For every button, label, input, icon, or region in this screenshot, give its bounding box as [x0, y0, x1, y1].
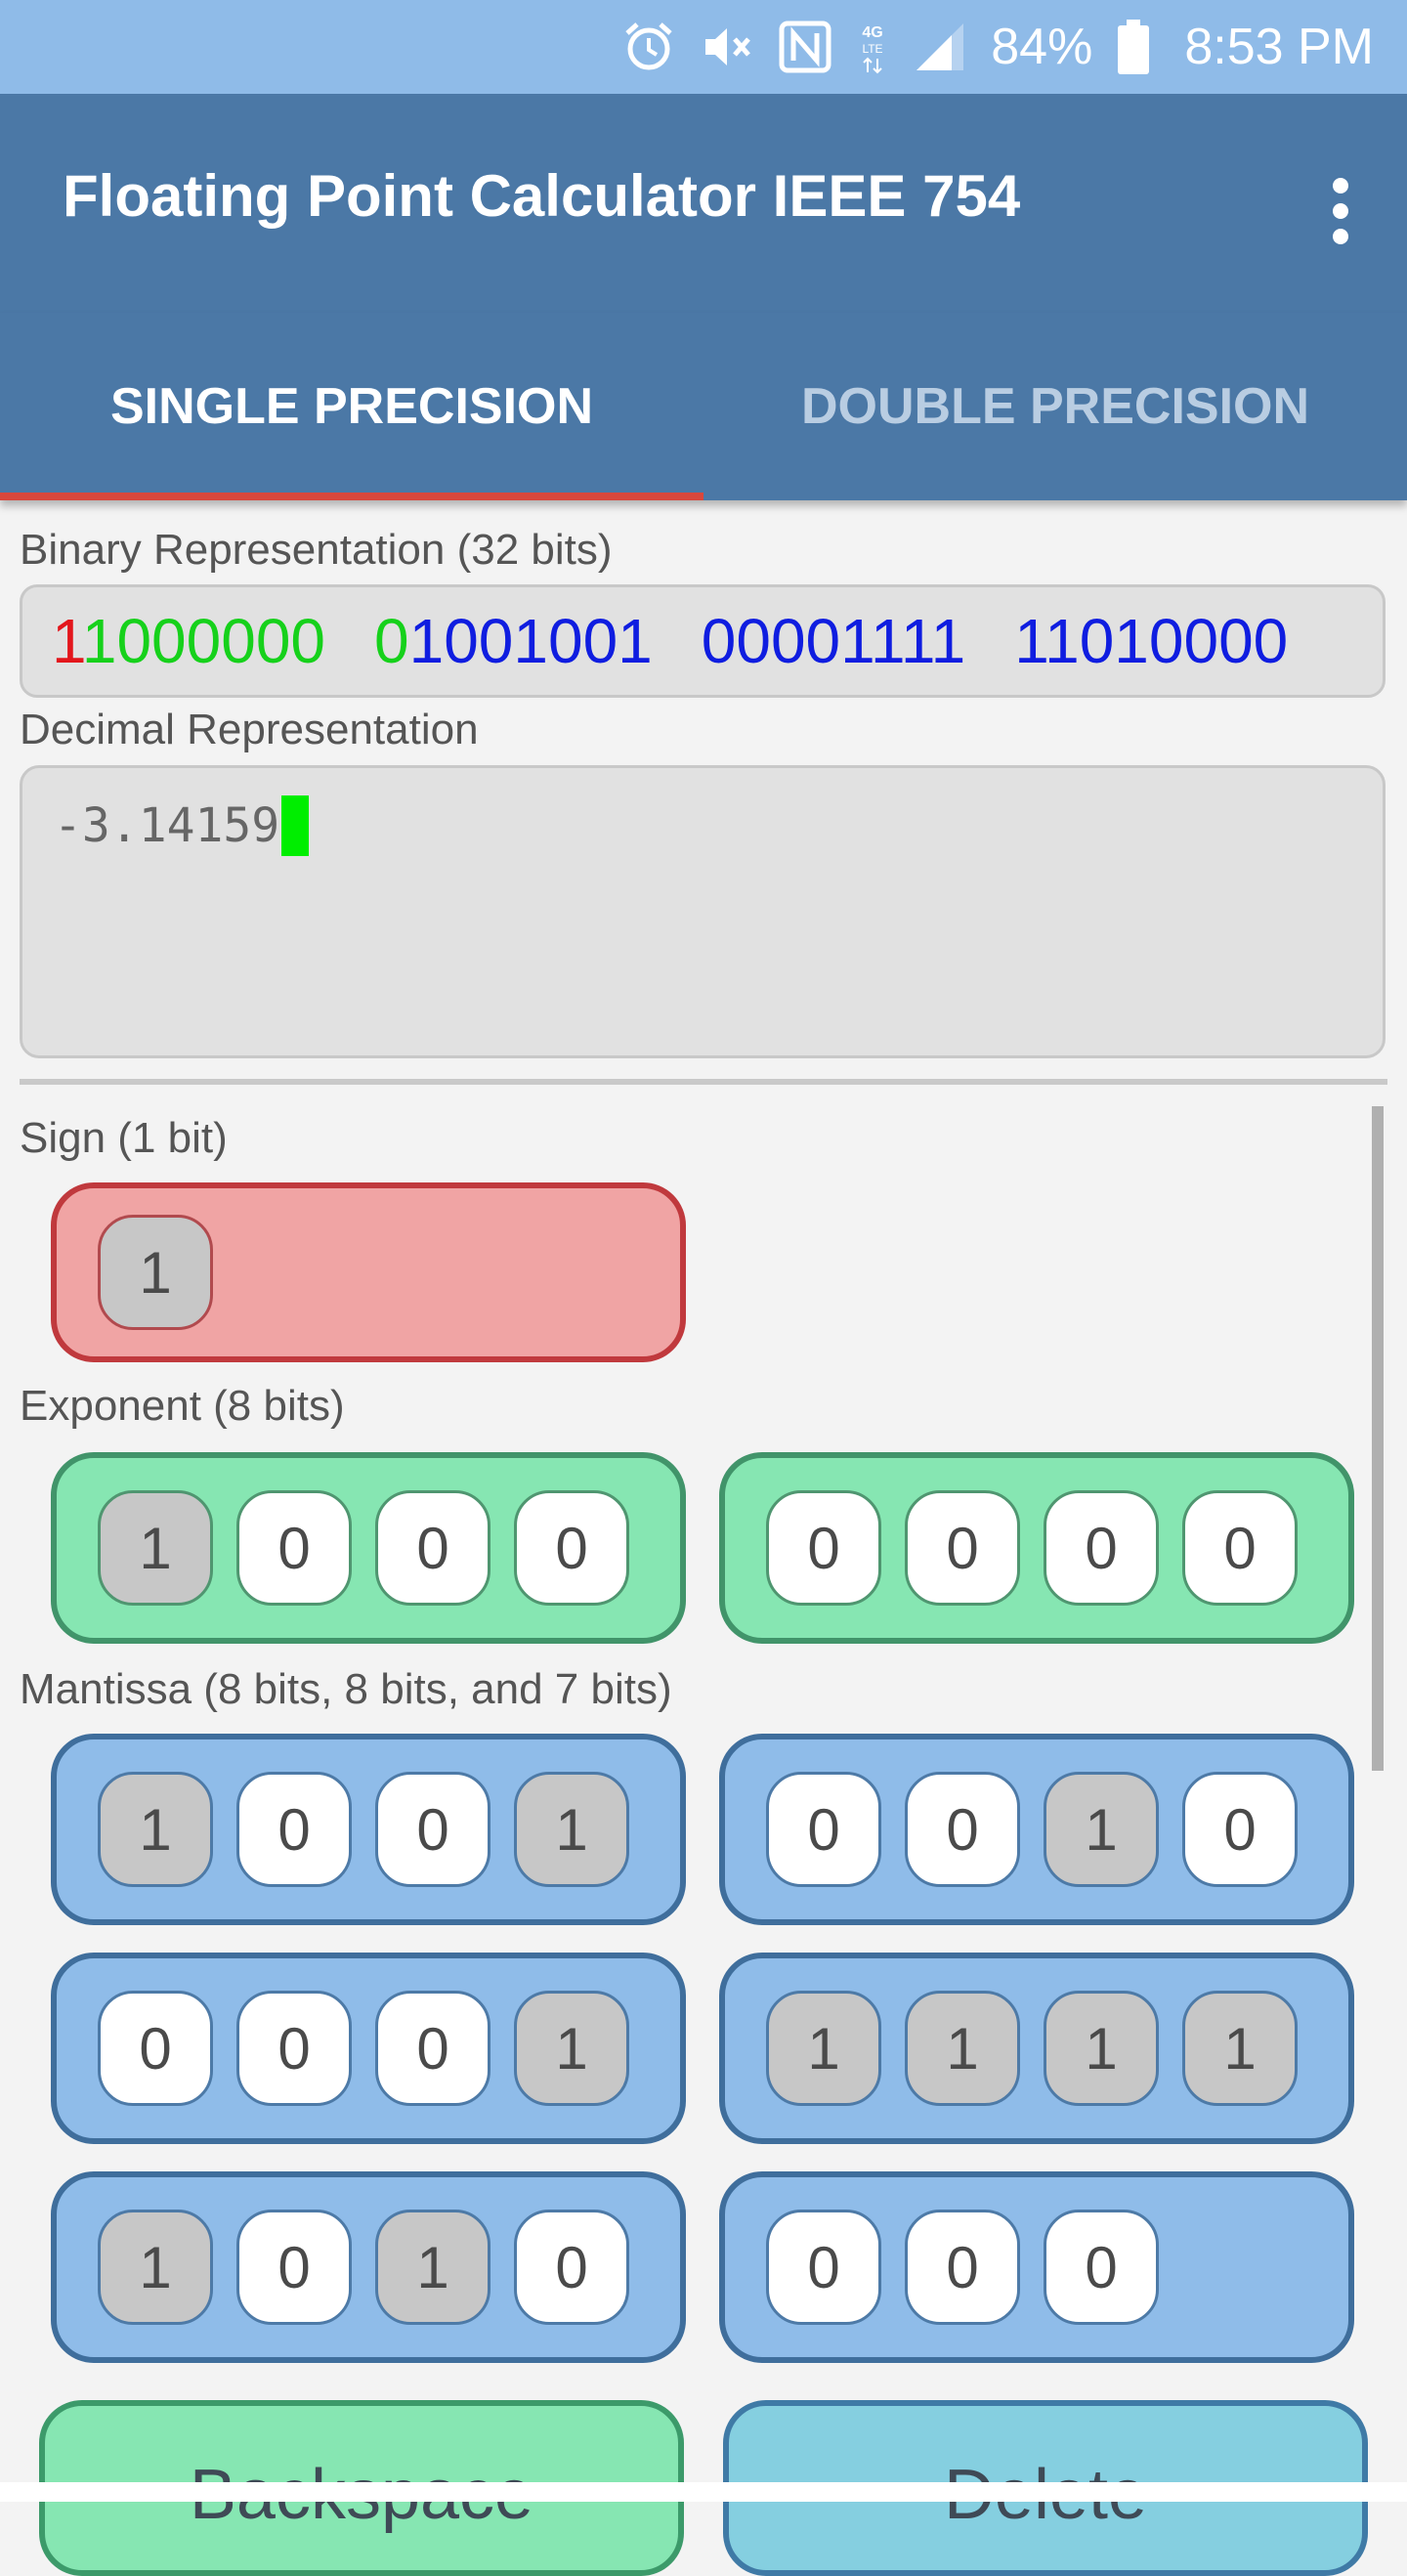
binary-group-4: 11010000 [1014, 606, 1289, 676]
sign-bit[interactable]: 1 [98, 1215, 213, 1330]
svg-text:4G: 4G [863, 24, 883, 41]
exponent-bit[interactable]: 0 [375, 1490, 490, 1606]
mantissa-bit[interactable]: 0 [905, 1772, 1020, 1887]
more-vert-icon[interactable] [1321, 172, 1360, 250]
app-bar: Floating Point Calculator IEEE 754 [0, 94, 1407, 313]
exponent-bit[interactable]: 0 [236, 1490, 352, 1606]
binary-representation-field: 11000000 01001001 00001111 11010000 [20, 584, 1386, 698]
mantissa-bit[interactable]: 0 [236, 1772, 352, 1887]
divider [20, 1079, 1387, 1085]
mantissa-nibble-2: 0 0 1 0 [719, 1734, 1354, 1925]
tab-bar: SINGLE PRECISION DOUBLE PRECISION [0, 313, 1407, 500]
lte-icon: 4G LTE [856, 18, 889, 76]
mantissa-bit[interactable]: 0 [905, 2210, 1020, 2325]
nfc-icon [778, 20, 832, 74]
binary-mantissa-bits: 1001001 [408, 606, 653, 676]
binary-group-3: 00001111 [701, 606, 966, 676]
mantissa-bit[interactable]: 0 [766, 2210, 881, 2325]
app-title: Floating Point Calculator IEEE 754 [63, 163, 1021, 229]
clock: 8:53 PM [1184, 19, 1374, 75]
exponent-bit[interactable]: 0 [1044, 1490, 1159, 1606]
mantissa-bit[interactable]: 1 [766, 1991, 881, 2106]
mantissa-bit[interactable]: 1 [1044, 1991, 1159, 2106]
exponent-bit[interactable]: 1 [98, 1490, 213, 1606]
battery-percent: 84% [991, 19, 1093, 75]
battery-icon [1116, 18, 1151, 76]
sign-bit-group: 1 [51, 1182, 686, 1362]
mantissa-bit[interactable]: 1 [514, 1991, 629, 2106]
mantissa-label: Mantissa (8 bits, 8 bits, and 7 bits) [20, 1665, 672, 1713]
mantissa-bit[interactable]: 0 [514, 2210, 629, 2325]
text-cursor [281, 795, 310, 856]
binary-label: Binary Representation (32 bits) [20, 526, 613, 574]
exponent-nibble-1: 1 0 0 0 [51, 1452, 686, 1644]
bottom-edge [0, 2482, 1407, 2502]
decimal-value: -3.14159 [54, 798, 280, 853]
mantissa-bit[interactable]: 1 [905, 1991, 1020, 2106]
exponent-bit[interactable]: 0 [1182, 1490, 1298, 1606]
scrollbar[interactable] [1372, 1106, 1384, 1771]
binary-exponent-bits: 0 [374, 606, 409, 676]
exponent-bit[interactable]: 0 [905, 1490, 1020, 1606]
mantissa-bit[interactable]: 1 [514, 1772, 629, 1887]
alarm-icon [621, 20, 676, 74]
svg-text:LTE: LTE [863, 42, 883, 56]
exponent-bit[interactable]: 0 [514, 1490, 629, 1606]
mantissa-bit[interactable]: 0 [1044, 2210, 1159, 2325]
mantissa-nibble-4: 1 1 1 1 [719, 1953, 1354, 2144]
signal-icon [913, 20, 967, 74]
mantissa-bit[interactable]: 0 [236, 2210, 352, 2325]
binary-exponent-bits: 1000000 [81, 606, 325, 676]
exponent-bit[interactable]: 0 [766, 1490, 881, 1606]
mantissa-bit[interactable]: 1 [1044, 1772, 1159, 1887]
mantissa-bit[interactable]: 1 [1182, 1991, 1298, 2106]
mantissa-nibble-3: 0 0 0 1 [51, 1953, 686, 2144]
mantissa-bit[interactable]: 0 [375, 1772, 490, 1887]
mantissa-nibble-5: 1 0 1 0 [51, 2171, 686, 2363]
mantissa-nibble-6: 0 0 0 [719, 2171, 1354, 2363]
mantissa-bit[interactable]: 0 [1182, 1772, 1298, 1887]
exponent-label: Exponent (8 bits) [20, 1382, 345, 1430]
mantissa-bit[interactable]: 0 [236, 1991, 352, 2106]
sign-label: Sign (1 bit) [20, 1114, 228, 1162]
binary-group-1: 11000000 [52, 605, 325, 677]
decimal-label: Decimal Representation [20, 706, 479, 753]
mantissa-bit[interactable]: 1 [98, 1772, 213, 1887]
tab-single-precision[interactable]: SINGLE PRECISION [0, 313, 704, 500]
binary-group-2: 01001001 [374, 605, 653, 677]
mantissa-bit[interactable]: 1 [98, 2210, 213, 2325]
tab-double-precision[interactable]: DOUBLE PRECISION [704, 313, 1407, 500]
decimal-input[interactable]: -3.14159 [20, 765, 1386, 1058]
exponent-nibble-2: 0 0 0 0 [719, 1452, 1354, 1644]
status-bar: 4G LTE 84% 8:53 PM [0, 0, 1407, 94]
mantissa-nibble-1: 1 0 0 1 [51, 1734, 686, 1925]
mute-icon [700, 20, 754, 74]
mantissa-bit[interactable]: 0 [375, 1991, 490, 2106]
mantissa-bit[interactable]: 0 [766, 1772, 881, 1887]
binary-sign-bit: 1 [52, 606, 82, 676]
mantissa-bit[interactable]: 0 [98, 1991, 213, 2106]
mantissa-bit[interactable]: 1 [375, 2210, 490, 2325]
